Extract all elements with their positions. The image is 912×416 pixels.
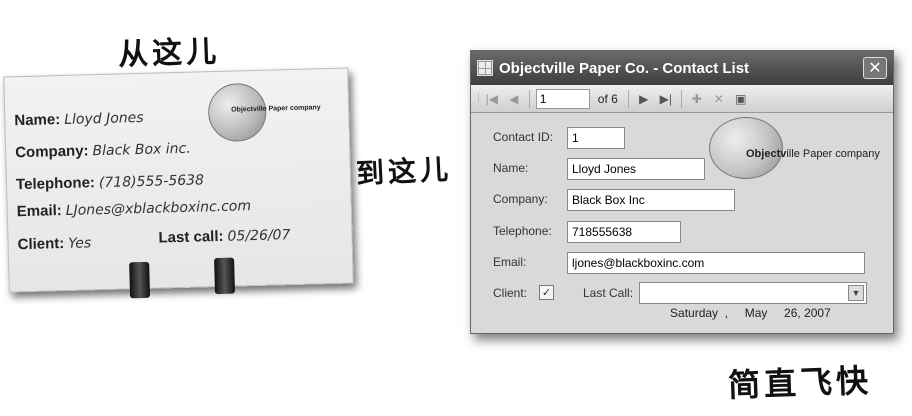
app-icon (477, 60, 493, 76)
card-email-label: Email: (16, 202, 62, 221)
window-logo-text-bold: Objectv (746, 148, 787, 160)
move-previous-icon[interactable]: ◀ (505, 92, 523, 106)
last-call-date-picker[interactable]: Saturday , May 26, 2007 ▼ (639, 282, 867, 320)
add-new-icon[interactable]: ✚ (688, 92, 706, 106)
telephone-field[interactable]: 718555638 (567, 221, 681, 243)
card-client-label: Client: (17, 235, 65, 254)
annotation-to-here: 到这儿 (355, 152, 453, 191)
rolodex-ring (214, 257, 235, 295)
card-client-value: Yes (68, 235, 92, 252)
name-field[interactable]: Lloyd Jones (567, 158, 705, 180)
telephone-label: Telephone: (493, 224, 552, 238)
binding-navigator-toolbar: ⁞ |◀ ◀ 1 of 6 ▶ ▶| ✚ ✕ ▣ (471, 85, 893, 113)
close-button[interactable]: ✕ (863, 57, 887, 79)
toolbar-separator (528, 89, 530, 108)
contact-id-label: Contact ID: (493, 130, 554, 144)
card-company-value: Black Box inc. (92, 140, 191, 160)
toolbar-separator (627, 89, 629, 108)
position-input[interactable]: 1 (535, 88, 590, 109)
contact-id-field[interactable]: 1 (567, 127, 625, 149)
rolodex-ring (129, 261, 151, 299)
toolbar-grip-icon[interactable]: ⁞ (477, 93, 480, 104)
move-last-icon[interactable]: ▶| (657, 92, 675, 106)
window-logo-text: Objectville Paper company (746, 148, 880, 160)
company-label: Company: (493, 192, 548, 206)
card-email-value: LJones@xblackboxinc.com (65, 198, 252, 219)
card-lastcall-label: Last call: (158, 227, 224, 247)
card-lastcall-row: Last call: 05/26/07 (158, 225, 290, 246)
card-phone-value: (718)555-5638 (98, 172, 205, 192)
window-title: Objectville Paper Co. - Contact List (499, 59, 750, 77)
record-count-label: of 6 (597, 91, 618, 106)
email-label: Email: (493, 255, 527, 269)
card-phone-row: Telephone: (718)555-5638 (16, 170, 204, 193)
card-lastcall-value: 05/26/07 (227, 227, 291, 245)
annotation-from-here: 从这儿 (117, 34, 221, 73)
client-label: Client: (493, 286, 528, 300)
annotation-super-fast: 简直飞快 (727, 361, 873, 405)
card-phone-label: Telephone: (15, 174, 96, 194)
name-label: Name: (493, 161, 529, 175)
window-logo-text-rest: ille Paper company (786, 148, 880, 160)
card-name-value: Lloyd Jones (64, 109, 144, 128)
card-name-label: Name: (14, 111, 61, 130)
card-company-row: Company: Black Box inc. (15, 139, 191, 162)
email-field[interactable]: ljones@blackboxinc.com (567, 252, 865, 274)
client-checkbox[interactable]: ✓ (539, 285, 554, 300)
save-icon[interactable]: ▣ (732, 92, 750, 106)
last-call-date-value: Saturday , May 26, 2007 (670, 306, 831, 320)
move-first-icon[interactable]: |◀ (483, 92, 501, 106)
chevron-down-icon[interactable]: ▼ (848, 285, 864, 301)
last-call-label: Last Call: (583, 286, 634, 300)
rolodex-card: Objectville Paper company Name: Lloyd Jon… (3, 67, 354, 299)
card-email-row: Email: LJones@xblackboxinc.com (17, 196, 252, 220)
contact-list-window: Objectville Paper Co. - Contact List ✕ ⁞… (470, 50, 894, 334)
contact-form: Objectville Paper company Contact ID: 1 … (471, 113, 893, 333)
toolbar-separator (680, 89, 682, 108)
card-client-row: Client: Yes (17, 233, 91, 253)
card-company-label: Company: (15, 142, 89, 162)
company-field[interactable]: Black Box Inc (567, 189, 735, 211)
move-next-icon[interactable]: ▶ (635, 92, 653, 106)
card-logo-text: Objectville Paper company (231, 104, 321, 114)
card-name-row: Name: Lloyd Jones (14, 108, 144, 129)
delete-icon[interactable]: ✕ (710, 92, 728, 106)
title-bar[interactable]: Objectville Paper Co. - Contact List ✕ (471, 51, 893, 85)
